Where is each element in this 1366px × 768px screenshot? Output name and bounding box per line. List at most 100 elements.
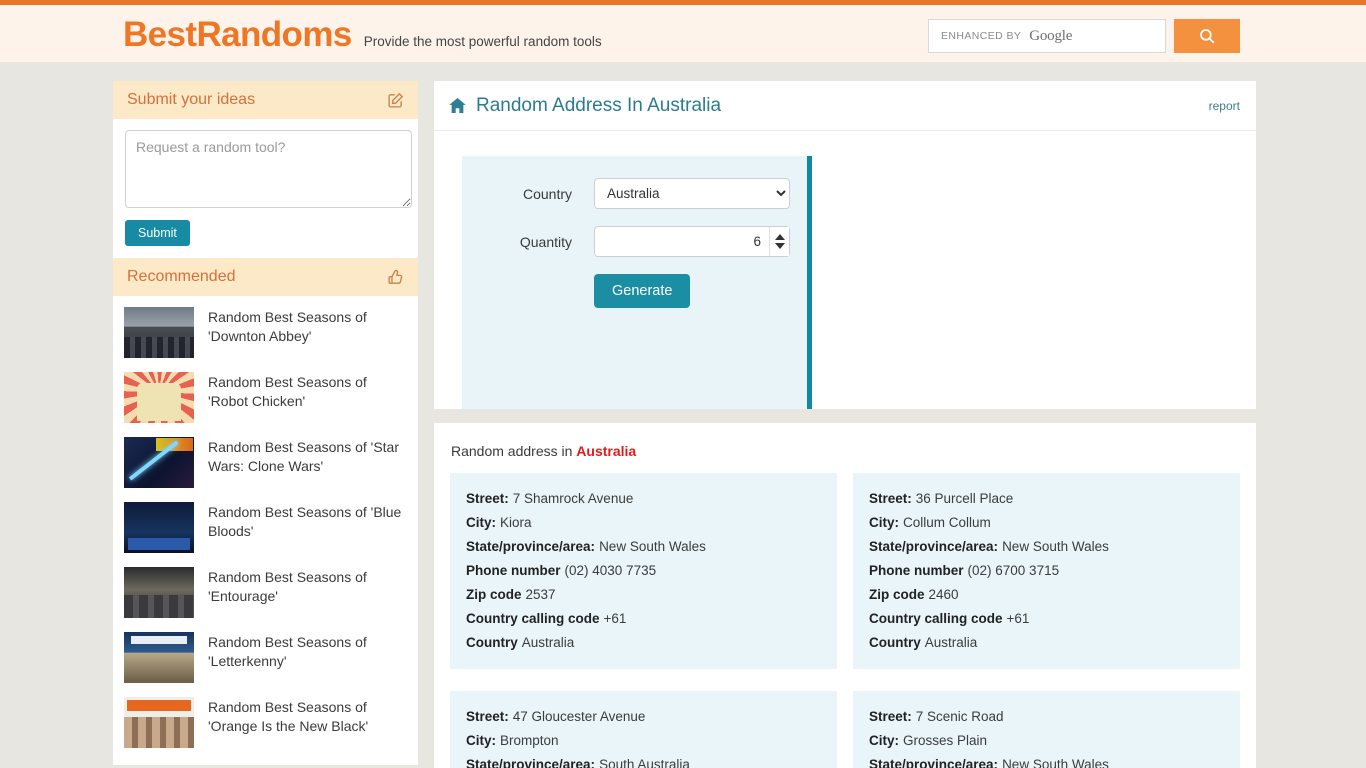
spinner-up-icon[interactable] (774, 234, 785, 240)
page-title-group: Random Address In Australia (448, 95, 721, 117)
recommended-item[interactable]: Random Best Seasons of 'Downton Abbey' (113, 300, 418, 365)
address-field-street: Street: 36 Purcell Place (869, 487, 1224, 511)
address-field-city: City: Kiora (466, 511, 821, 535)
spinner-down-icon[interactable] (774, 243, 785, 249)
quantity-input[interactable] (594, 226, 790, 257)
address-grid: Street: 7 Shamrock Avenue City: Kiora State/… (450, 473, 1240, 768)
recommended-item-label: Random Best Seasons of 'Blue Bloods' (208, 504, 402, 540)
recommended-item-label: Random Best Seasons of 'Downton Abbey' (208, 309, 367, 345)
recommended-item-thumbnail (124, 307, 194, 358)
submit-ideas-header: Submit your ideas (113, 81, 418, 119)
address-field-label: Street: (466, 491, 509, 506)
address-field-calling-code: Country calling code +61 (466, 607, 821, 631)
address-field-street: Street: 7 Shamrock Avenue (466, 487, 821, 511)
address-field-state: State/province/area: New South Wales (466, 535, 821, 559)
address-field-label: State/province/area: (466, 539, 596, 555)
address-field-label: City: (869, 515, 899, 531)
address-field-city: City: Grosses Plain (869, 729, 1224, 753)
home-icon[interactable] (448, 96, 467, 115)
address-field-label: Street: (869, 709, 912, 725)
address-field-value: Grosses Plain (903, 733, 988, 749)
brand-block[interactable]: BestRandoms Provide the most powerful ra… (123, 17, 602, 52)
sidebar: Submit your ideas Submit Recommended (113, 81, 418, 768)
address-field-value: New South Wales (1002, 539, 1109, 555)
address-field-phone: Phone number (02) 6700 3715 (869, 559, 1224, 583)
recommended-item[interactable]: Random Best Seasons of 'Entourage' (113, 560, 418, 625)
recommended-item-label: Random Best Seasons of 'Entourage' (208, 569, 367, 605)
site-tagline: Provide the most powerful random tools (363, 34, 602, 49)
recommended-item[interactable]: Random Best Seasons of 'Star Wars: Clone… (113, 430, 418, 495)
submit-idea-button[interactable]: Submit (125, 220, 190, 246)
address-field-label: Street: (869, 491, 912, 506)
address-field-value: 36 Purcell Place (915, 491, 1014, 506)
recommended-item-label: Random Best Seasons of 'Star Wars: Clone… (208, 439, 399, 475)
address-field-value: South Australia (599, 757, 690, 768)
recommended-item-label: Random Best Seasons of 'Robot Chicken' (208, 374, 367, 410)
address-field-value: 2537 (525, 587, 556, 603)
address-card: Street: 7 Shamrock Avenue City: Kiora State/… (450, 473, 837, 670)
idea-textarea[interactable] (125, 130, 412, 208)
generator-form-area: Country Australia Quantity 6 Generate (434, 131, 1256, 409)
address-card: Street: 7 Scenic Road City: Grosses Plain St… (853, 691, 1240, 768)
main-content: Random Address In Australia report Count… (434, 81, 1256, 768)
search-area: enhanced by Google (928, 19, 1240, 53)
address-field-value: New South Wales (599, 539, 706, 555)
report-link[interactable]: report (1209, 99, 1240, 113)
google-wordmark: Google (1029, 27, 1073, 44)
recommended-panel: Recommended Random Best Seasons of 'Down… (113, 258, 418, 765)
results-caption-country: Australia (576, 443, 637, 459)
generate-button[interactable]: Generate (594, 274, 691, 308)
recommended-item[interactable]: Random Best Seasons of 'Letterkenny' (113, 625, 418, 690)
recommended-item-thumbnail (124, 632, 194, 683)
search-enhanced-by-label: enhanced by (941, 30, 1022, 42)
recommended-item-label: Random Best Seasons of 'Letterkenny' (208, 634, 367, 670)
address-field-label: Country calling code (466, 611, 600, 627)
recommended-list: Random Best Seasons of 'Downton Abbey' Ra… (113, 296, 418, 765)
generator-form: Country Australia Quantity 6 Generate (462, 156, 812, 409)
address-field-value: +61 (1006, 611, 1030, 627)
quantity-row: Quantity (462, 226, 807, 257)
address-field-label: Street: (466, 709, 509, 725)
recommended-item-thumbnail (124, 697, 194, 748)
submit-ideas-body: Submit (113, 119, 418, 258)
results-card: Random address in Australia Street: 7 Sha… (434, 423, 1256, 768)
address-field-country: Country Australia (466, 631, 821, 655)
address-field-value: 47 Gloucester Avenue (512, 709, 646, 725)
address-field-label: Country calling code (869, 611, 1003, 627)
recommended-item[interactable]: Random Best Seasons of 'Blue Bloods' (113, 495, 418, 560)
country-label: Country (522, 185, 572, 202)
address-field-city: City: Collum Collum (869, 511, 1224, 535)
address-field-value: 7 Shamrock Avenue (512, 491, 634, 506)
recommended-item-thumbnail (124, 372, 194, 423)
address-field-value: Brompton (500, 733, 559, 749)
address-field-value: +61 (603, 611, 627, 627)
address-field-label: City: (869, 733, 899, 749)
address-field-label: State/province/area: (869, 539, 999, 555)
country-select[interactable]: Australia (594, 178, 790, 209)
submit-ideas-panel: Submit your ideas Submit (113, 81, 418, 258)
results-area: Random address in Australia Street: 7 Sha… (434, 423, 1256, 768)
search-button[interactable] (1174, 19, 1240, 53)
address-field-label: State/province/area: (869, 757, 999, 768)
address-field-label: Phone number (869, 563, 964, 579)
address-field-state: State/province/area: New South Wales (869, 753, 1224, 768)
thumbs-up-icon (387, 269, 404, 286)
generate-row: Generate (462, 274, 807, 308)
results-caption: Random address in Australia (451, 443, 1240, 459)
recommended-item-thumbnail (124, 567, 194, 618)
address-field-zip: Zip code 2460 (869, 583, 1224, 607)
site-logo-text[interactable]: BestRandoms (123, 17, 352, 52)
quantity-spinner[interactable] (769, 227, 789, 256)
address-field-value: 2460 (928, 587, 959, 603)
address-field-value: 7 Scenic Road (915, 709, 1004, 725)
site-header: BestRandoms Provide the most powerful ra… (0, 5, 1366, 63)
recommended-item[interactable]: Random Best Seasons of 'Orange Is the Ne… (113, 690, 418, 755)
search-input[interactable]: enhanced by Google (928, 19, 1166, 53)
address-field-calling-code: Country calling code +61 (869, 607, 1224, 631)
results-caption-prefix: Random address in (451, 443, 577, 459)
address-field-label: Zip code (466, 587, 522, 603)
quantity-label: Quantity (519, 233, 572, 250)
recommended-item[interactable]: Random Best Seasons of 'Robot Chicken' (113, 365, 418, 430)
address-card: Street: 47 Gloucester Avenue City: Brompton… (450, 691, 837, 768)
address-field-value: (02) 4030 7735 (564, 563, 657, 579)
